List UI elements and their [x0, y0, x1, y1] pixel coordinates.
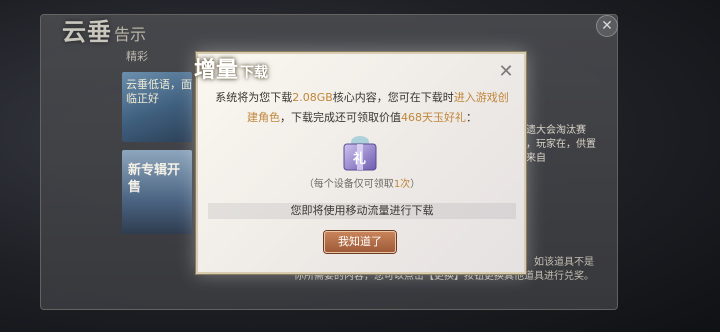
notice-banner-2[interactable]: 新专辑开售	[122, 150, 192, 234]
notice-banner-2-text: 新专辑开售	[128, 163, 181, 195]
dialog-title-main: 增量	[194, 57, 239, 83]
notice-title-main: 云垂	[62, 17, 112, 46]
notice-banner-text: 云垂低语，面临正好	[126, 78, 192, 105]
notice-tab[interactable]: 精彩	[126, 48, 148, 64]
note-suffix: ）	[410, 179, 421, 190]
mobile-data-warning: 您即将使用移动流量进行下载	[208, 203, 516, 219]
notice-body-text: 夺遗大会淘汰赛时，玩家在，供置前来自	[516, 125, 596, 164]
notice-close-icon[interactable]: ✕	[596, 15, 618, 37]
gift-label: 礼	[353, 151, 366, 167]
claim-limit-note: （每个设备仅可领取1次）	[212, 175, 512, 190]
message-part-4: ：	[466, 111, 477, 124]
dialog-message: 系统将为您下载2.08GB核心内容，您可在下载时进入游戏创建角色，下载完成还可领…	[212, 88, 512, 128]
message-part-2: 核心内容，您可在下载时	[332, 91, 454, 104]
notice-title-sub: 告示	[114, 25, 147, 44]
message-part-3: ，下载完成还可领取价值	[280, 111, 401, 124]
notice-banner[interactable]: 云垂低语，面临正好	[122, 72, 192, 142]
note-prefix: （每个设备仅可领取	[303, 179, 394, 190]
confirm-button[interactable]: 我知道了	[324, 231, 396, 253]
download-size: 2.08GB	[292, 91, 333, 104]
close-icon[interactable]: ✕	[498, 63, 514, 81]
note-count: 1次	[393, 179, 411, 190]
gift-box-icon: 礼	[343, 136, 377, 171]
dialog-title: 增量 下载	[194, 52, 268, 84]
message-part-1: 系统将为您下载	[215, 91, 293, 104]
notice-title: 云垂 告示	[62, 12, 146, 47]
dialog-title-sub: 下载	[240, 65, 269, 81]
reward-value: 468天玉好礼	[401, 111, 466, 124]
